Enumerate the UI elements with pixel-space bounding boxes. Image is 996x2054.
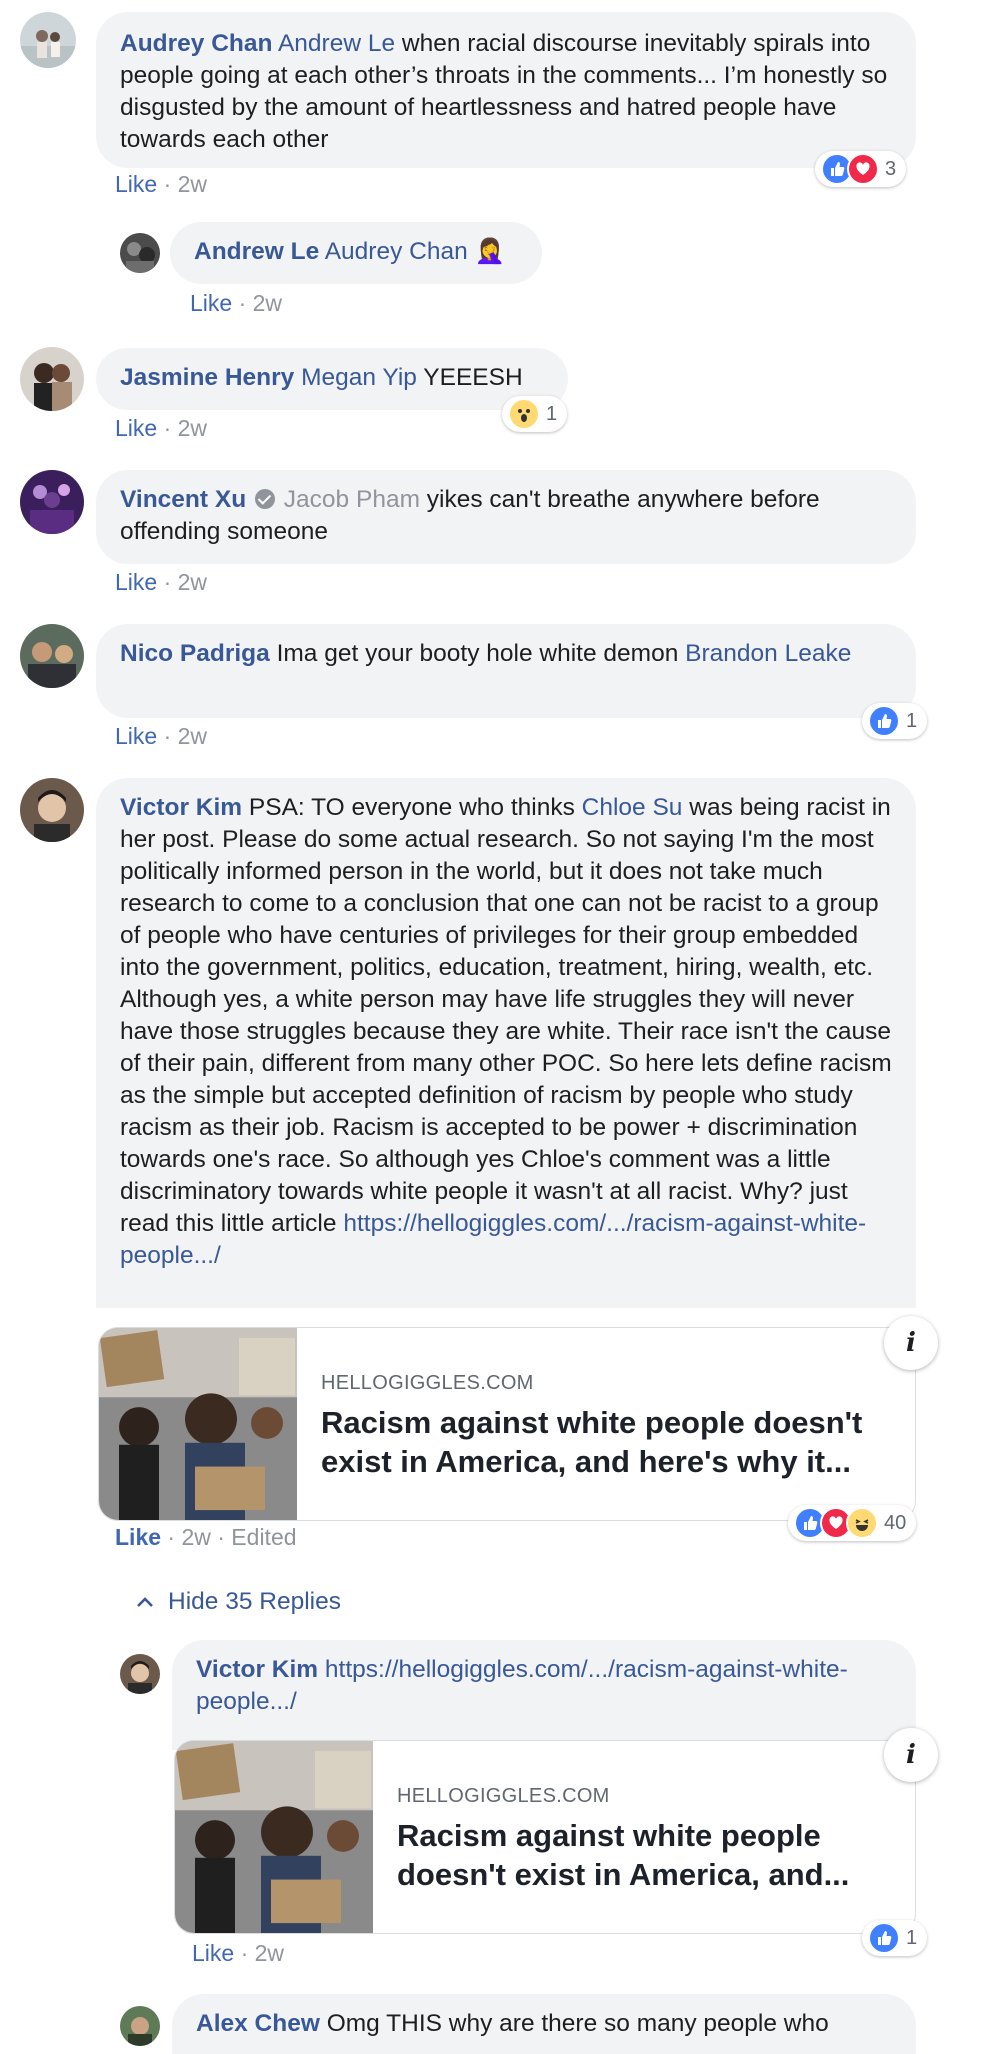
comment-bubble: Victor Kim PSA: TO everyone who thinks C… xyxy=(96,778,916,1308)
mention-link[interactable]: Audrey Chan xyxy=(325,238,468,265)
comment-author[interactable]: Audrey Chan xyxy=(120,30,272,57)
comment-text: Ima get your booty hole white demon xyxy=(269,640,686,667)
like-button[interactable]: Like xyxy=(115,171,157,197)
comment-text: was being racist in her post. Please do … xyxy=(120,794,892,1237)
chevron-up-icon xyxy=(136,1591,154,1614)
reaction-count: 1 xyxy=(906,1926,918,1949)
like-button[interactable]: Like xyxy=(115,569,157,595)
card-title[interactable]: Racism against white people doesn't exis… xyxy=(321,1403,891,1481)
comment-actions: Like · 2w xyxy=(192,1940,284,1967)
comment-bubble: Jasmine Henry Megan Yip YEEESH xyxy=(96,348,568,410)
comment-bubble: Alex Chew Omg THIS why are there so many… xyxy=(172,1994,916,2054)
reaction-count: 3 xyxy=(885,157,897,180)
mention-link[interactable]: Chloe Su xyxy=(582,794,683,821)
love-icon xyxy=(847,153,879,185)
reaction-count: 40 xyxy=(884,1511,907,1534)
link-preview-card[interactable]: HELLOGIGGLES.COM Racism against white pe… xyxy=(174,1740,916,1934)
link-preview-card[interactable]: HELLOGIGGLES.COM Racism against white pe… xyxy=(98,1327,916,1521)
comment-timestamp[interactable]: · 2w xyxy=(157,569,207,595)
mention-link[interactable]: Megan Yip xyxy=(301,364,417,391)
reaction-summary[interactable]: 1 xyxy=(502,396,568,432)
mention-link[interactable]: Andrew Le xyxy=(278,30,395,57)
comment-author[interactable]: Victor Kim xyxy=(196,1656,318,1683)
comment-timestamp[interactable]: · 2w xyxy=(157,723,207,749)
avatar[interactable] xyxy=(120,233,160,273)
avatar[interactable] xyxy=(20,347,84,411)
like-button[interactable]: Like xyxy=(190,290,232,316)
comment-actions: Like · 2w xyxy=(115,569,207,596)
verified-badge-icon xyxy=(254,489,275,509)
comment-actions: Like · 2w xyxy=(115,723,207,750)
like-icon xyxy=(868,705,900,737)
like-button[interactable]: Like xyxy=(192,1940,234,1966)
card-title[interactable]: Racism against white people doesn't exis… xyxy=(397,1816,887,1894)
reaction-summary[interactable]: 1 xyxy=(862,1920,928,1956)
comment-timestamp[interactable]: · 2w xyxy=(232,290,282,316)
haha-icon xyxy=(846,1507,878,1539)
reaction-count: 1 xyxy=(546,402,558,425)
hide-replies-label: Hide 35 Replies xyxy=(168,1588,341,1615)
comment-actions: Like · 2w xyxy=(115,415,207,442)
comment-author[interactable]: Andrew Le xyxy=(194,238,319,265)
avatar[interactable] xyxy=(20,12,76,68)
card-domain: HELLOGIGGLES.COM xyxy=(321,1372,534,1394)
avatar[interactable] xyxy=(120,1654,160,1694)
comment-text: YEEESH xyxy=(416,364,523,391)
mention-link[interactable]: Jacob Pham xyxy=(284,486,420,513)
like-button[interactable]: Like xyxy=(115,723,157,749)
comment-timestamp[interactable]: · 2w xyxy=(157,415,207,441)
comment-bubble: Audrey Chan Andrew Le when racial discou… xyxy=(96,12,916,168)
hide-replies-button[interactable]: Hide 35 Replies xyxy=(136,1588,341,1616)
comment-author[interactable]: Vincent Xu xyxy=(120,486,246,513)
comment-timestamp[interactable]: · 2w · Edited xyxy=(161,1524,296,1550)
reaction-summary[interactable]: 40 xyxy=(788,1505,917,1541)
avatar[interactable] xyxy=(20,624,84,688)
article-thumbnail xyxy=(99,1328,297,1520)
comment-text: Omg THIS why are there so many people wh… xyxy=(319,2010,829,2037)
article-thumbnail xyxy=(175,1741,373,1933)
avatar[interactable] xyxy=(120,2006,160,2046)
avatar[interactable] xyxy=(20,470,84,534)
like-icon xyxy=(868,1922,900,1954)
comment-author[interactable]: Victor Kim xyxy=(120,794,242,821)
mention-link[interactable]: Brandon Leake xyxy=(685,640,851,667)
comment-timestamp[interactable]: · 2w xyxy=(234,1940,284,1966)
comment-author[interactable]: Jasmine Henry xyxy=(120,364,294,391)
avatar[interactable] xyxy=(20,778,84,842)
comment-bubble: Vincent Xu Jacob Pham yikes can't breath… xyxy=(96,470,916,564)
reaction-count: 1 xyxy=(906,709,918,732)
comment-actions: Like · 2w xyxy=(190,290,282,317)
comment-timestamp[interactable]: · 2w xyxy=(157,171,207,197)
comment-text: PSA: TO everyone who thinks xyxy=(242,794,582,821)
comment-author[interactable]: Alex Chew xyxy=(196,2010,320,2037)
reaction-summary[interactable]: 1 xyxy=(862,703,928,739)
facepalm-emoji: 🤦‍♀️ xyxy=(474,238,506,265)
like-button[interactable]: Like xyxy=(115,415,157,441)
comment-bubble: Nico Padriga Ima get your booty hole whi… xyxy=(96,624,916,718)
comment-actions: Like · 2w xyxy=(115,171,207,198)
info-icon[interactable]: i xyxy=(884,1316,938,1370)
card-domain: HELLOGIGGLES.COM xyxy=(397,1785,610,1807)
comment-bubble: Victor Kim https://hellogiggles.com/.../… xyxy=(172,1640,916,1750)
comment-author[interactable]: Nico Padriga xyxy=(120,640,270,667)
wow-icon xyxy=(508,398,540,430)
comment-actions: Like · 2w · Edited xyxy=(115,1524,297,1551)
like-button[interactable]: Like xyxy=(115,1524,161,1550)
info-icon[interactable]: i xyxy=(884,1728,938,1782)
comment-bubble: Andrew Le Audrey Chan 🤦‍♀️ xyxy=(170,222,542,284)
reaction-summary[interactable]: 3 xyxy=(815,151,907,187)
